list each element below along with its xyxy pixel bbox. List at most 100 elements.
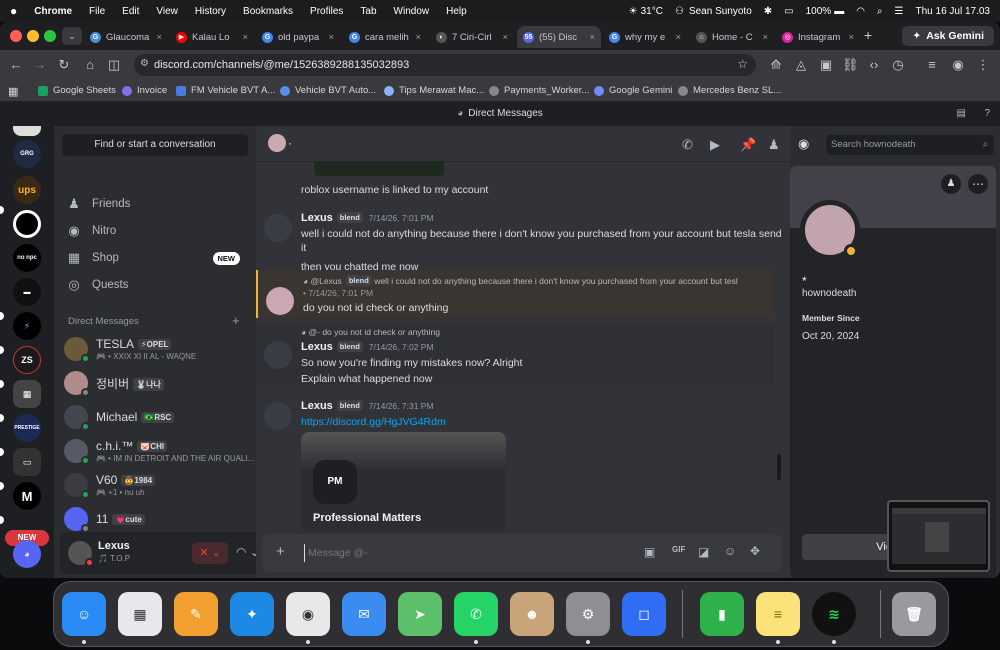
screen-preview-thumbnail[interactable] <box>887 500 990 572</box>
control-center-icon[interactable]: ☰ <box>895 6 904 17</box>
menu-bookmarks[interactable]: Bookmarks <box>243 6 293 17</box>
attachment-image[interactable] <box>314 162 444 176</box>
dock-numbers-icon[interactable]: ▮ <box>700 592 744 636</box>
zoom-window-button[interactable] <box>44 30 56 42</box>
nav-quests[interactable]: ◎ Quests <box>66 277 128 293</box>
add-friends-dm-icon[interactable]: ♟ <box>768 137 780 153</box>
gif-icon[interactable]: GIF <box>672 545 685 554</box>
tab-close-icon[interactable]: × <box>675 32 681 43</box>
help-icon[interactable]: ? <box>984 102 990 126</box>
dm-item[interactable]: Michael 🇧🇷RSC <box>64 400 250 434</box>
user-profile-icon[interactable]: ◉ <box>798 136 809 152</box>
extension-a-icon[interactable]: ▣ <box>818 57 834 73</box>
search-icon[interactable]: ⌕ <box>877 6 883 17</box>
wifi-icon[interactable]: ◠ <box>856 6 865 17</box>
menu-window[interactable]: Window <box>394 6 430 17</box>
reply-preview[interactable]: ◕ @Lexus blend well i could not do anythi… <box>303 275 738 286</box>
bookmark-mercedes[interactable]: Mercedes Benz SL... <box>678 85 781 96</box>
dock-trash-icon[interactable]: 🗑 <box>892 592 936 636</box>
message-author[interactable]: Lexus blend 7/14/26, 7:02 PM <box>301 341 434 353</box>
message-input[interactable] <box>304 544 604 562</box>
message-author[interactable]: Lexus blend 7/14/26, 7:31 PM <box>301 400 434 412</box>
battery-percent[interactable]: 100% <box>806 6 832 17</box>
close-window-button[interactable] <box>10 30 22 42</box>
inbox-icon[interactable]: ▤ <box>957 102 966 126</box>
incognito-icon[interactable]: ◬ <box>793 57 809 73</box>
reply-preview[interactable]: ◕ @- do you not id check or anything <box>301 327 440 337</box>
bookmark-fm-vehicle[interactable]: FM Vehicle BVT A... <box>176 85 275 96</box>
message-avatar[interactable] <box>264 402 292 430</box>
apple-icon[interactable]: ● <box>10 4 17 18</box>
bookmark-vehicle-bvt[interactable]: Vehicle BVT Auto... <box>280 85 376 96</box>
history-icon[interactable]: ◷ <box>890 57 906 73</box>
server-rhunes-garage[interactable]: GRG <box>13 140 41 168</box>
menu-profiles[interactable]: Profiles <box>310 6 343 17</box>
server-dark-a[interactable]: ▬ <box>13 278 41 306</box>
chat-header-avatar[interactable] <box>268 134 286 152</box>
tab-1[interactable]: ▶ Kalau Lo × <box>170 26 254 48</box>
message-avatar[interactable] <box>264 214 292 242</box>
more-options-button[interactable]: ⋯ <box>968 174 988 194</box>
code-icon[interactable]: ‹› <box>866 57 882 72</box>
add-friend-button[interactable]: ♟ <box>941 174 961 194</box>
emoji-icon[interactable]: ☺ <box>724 544 736 558</box>
tab-close-icon[interactable]: × <box>762 32 768 43</box>
pinned-icon[interactable]: 📌 <box>740 137 756 153</box>
sidepanel-icon[interactable]: ◫ <box>106 57 122 73</box>
tab-close-icon[interactable]: × <box>242 32 248 43</box>
dm-item[interactable]: TESLA ⚡OPEL 🎮 • XXIX XI II AL - WAQNE <box>64 332 250 366</box>
tab-close-icon[interactable]: × <box>415 32 421 43</box>
address-bar[interactable]: ⚙ discord.com/channels/@me/1526389288135… <box>134 54 756 76</box>
dock-contacts-icon[interactable]: ☻ <box>510 592 554 636</box>
scrollbar-thumb[interactable] <box>777 454 781 480</box>
back-icon[interactable]: ← <box>8 57 24 72</box>
link-icon[interactable]: ⛓ <box>842 57 859 73</box>
chrome-menu-icon[interactable]: ⋮ <box>975 57 991 73</box>
tab-7[interactable]: ⌂ Home - C × <box>690 26 774 48</box>
server-zs[interactable]: ZS <box>13 346 41 374</box>
weather-icon[interactable]: ☀ <box>629 6 638 17</box>
tab-close-icon[interactable]: × <box>328 32 334 43</box>
forward-icon[interactable]: → <box>32 57 48 72</box>
message-avatar[interactable] <box>264 341 292 369</box>
find-conversation-button[interactable]: Find or start a conversation <box>62 134 248 156</box>
voice-call-icon[interactable]: ✆ <box>682 137 693 153</box>
menubar-datetime[interactable]: Thu 16 Jul 17.03 <box>916 6 991 17</box>
menu-view[interactable]: View <box>156 6 178 17</box>
invite-link[interactable]: https://discord.gg/HgJVG4Rdm <box>301 416 446 428</box>
server-lightning[interactable]: ⚡ <box>13 312 41 340</box>
tab-5[interactable]: 55 (55) Disc × <box>517 26 601 48</box>
message-avatar[interactable] <box>266 287 294 315</box>
dm-item[interactable]: V60 🤠1984 🎮 +1 • nu uh <box>64 468 250 502</box>
dock-chrome-icon[interactable]: ◉ <box>286 592 330 636</box>
server-blue[interactable]: ◕ <box>13 540 41 568</box>
server-ups[interactable]: ups <box>13 176 41 204</box>
gift-icon[interactable]: ▣ <box>644 545 655 559</box>
dock-settings-icon[interactable]: ⚙ <box>566 592 610 636</box>
menu-edit[interactable]: Edit <box>122 6 139 17</box>
menu-history[interactable]: History <box>195 6 226 17</box>
invite-card[interactable]: PM Professional Matters <box>301 432 506 532</box>
dock-whatsapp-icon[interactable]: ✆ <box>454 592 498 636</box>
tab-2[interactable]: Gold paypa × <box>256 26 340 48</box>
user-icon[interactable]: ⚇ <box>675 6 684 17</box>
tab-close-icon[interactable]: × <box>502 32 508 43</box>
server-no-npc[interactable]: no npc <box>13 244 41 272</box>
ask-gemini-button[interactable]: ✦ Ask Gemini <box>902 26 994 46</box>
bookmark-google-sheets[interactable]: Google Sheets <box>38 85 116 96</box>
nav-nitro[interactable]: ◉ Nitro <box>66 223 116 239</box>
display-icon[interactable]: ▭ <box>784 6 793 17</box>
profile-avatar-icon[interactable]: ◉ <box>950 57 966 73</box>
bookmark-payments[interactable]: Payments_Worker... <box>489 85 589 96</box>
bookmark-google-gemini[interactable]: Google Gemini <box>594 85 672 96</box>
translate-icon[interactable]: ⟰ <box>768 57 784 73</box>
tab-0[interactable]: G Glaucoma × <box>84 26 168 48</box>
menu-help[interactable]: Help <box>446 6 467 17</box>
dm-item[interactable]: c.h.i.™ 🐷CHI 🎮 • IM IN DETROIT AND THE AIR… <box>64 434 254 468</box>
dm-item[interactable]: 정비버 🐰나나 <box>64 366 250 400</box>
tab-close-icon[interactable]: × <box>848 32 854 43</box>
battery-icon[interactable]: ▬ <box>834 6 844 17</box>
menu-tab[interactable]: Tab <box>360 6 376 17</box>
server-prestige[interactable]: PRESTIGE <box>13 414 41 442</box>
message-author[interactable]: Lexus blend 7/14/26, 7:01 PM <box>301 212 434 224</box>
